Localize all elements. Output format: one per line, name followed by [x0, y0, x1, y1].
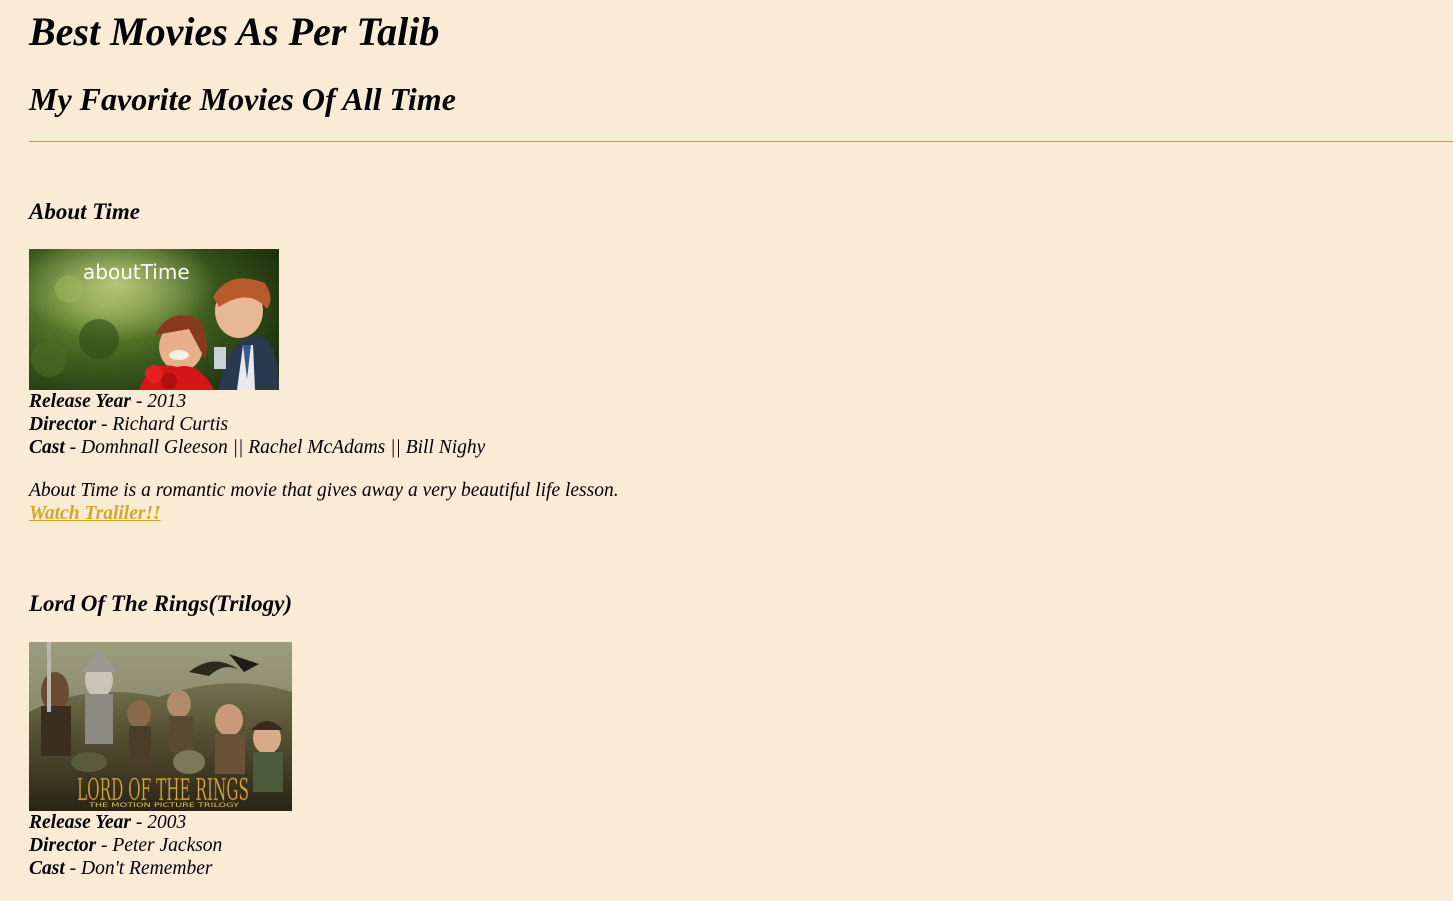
cast-value: - Don't Remember	[64, 858, 213, 879]
director-label: Director	[29, 414, 97, 435]
poster-subtitle-text: THE MOTION PICTURE TRILOGY	[87, 802, 239, 809]
release-year-value: - 2003	[131, 812, 187, 833]
page-title: Best Movies As Per Talib	[29, 9, 440, 54]
page-subtitle: My Favorite Movies Of All Time	[29, 81, 456, 117]
cast-value: - Domhnall Gleeson || Rachel McAdams || …	[64, 437, 486, 458]
director-row: Director - Peter Jackson	[29, 834, 222, 857]
release-year-label: Release Year	[29, 391, 131, 412]
director-label: Director	[29, 835, 97, 856]
cast-label: Cast	[29, 437, 65, 458]
watch-trailer-link[interactable]: Watch Traliler!!	[29, 502, 161, 525]
release-year-row: Release Year - 2003	[29, 811, 186, 834]
release-year-row: Release Year - 2013	[29, 390, 186, 413]
movie-poster-lord-of-the-rings: LORD OF THE RINGS THE MOTION PICTURE TRI…	[29, 642, 292, 811]
poster-title-text: aboutTime	[83, 260, 190, 284]
cast-label: Cast	[29, 858, 65, 879]
cast-row: Cast - Don't Remember	[29, 857, 212, 880]
release-year-label: Release Year	[29, 812, 131, 833]
horizontal-divider	[29, 141, 1453, 142]
movie-title: About Time	[29, 199, 140, 224]
director-row: Director - Richard Curtis	[29, 413, 228, 436]
movie-description: About Time is a romantic movie that give…	[29, 480, 619, 501]
cast-row: Cast - Domhnall Gleeson || Rachel McAdam…	[29, 436, 485, 459]
director-value: - Peter Jackson	[96, 835, 223, 856]
movie-title: Lord Of The Rings(Trilogy)	[29, 591, 292, 616]
movie-poster-about-time: aboutTime	[29, 249, 279, 390]
release-year-value: - 2013	[131, 391, 187, 412]
director-value: - Richard Curtis	[96, 414, 229, 435]
